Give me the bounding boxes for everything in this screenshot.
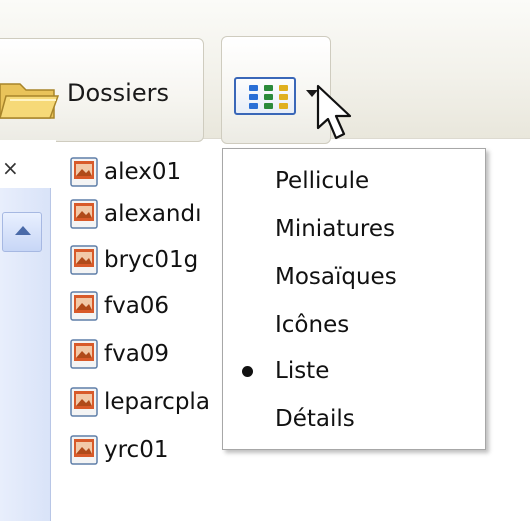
menu-item-label: Pellicule	[275, 168, 370, 194]
file-name: yrc01	[104, 437, 169, 463]
menu-item-mosaiques[interactable]: Mosaïques	[223, 253, 485, 301]
file-name: fva06	[104, 293, 170, 319]
list-item[interactable]: alex01	[70, 152, 240, 192]
views-grid-cell	[279, 94, 288, 100]
menu-item-miniatures[interactable]: Miniatures	[223, 205, 485, 253]
list-item[interactable]: alexandı	[70, 194, 240, 234]
views-grid-cell	[264, 94, 273, 100]
views-grid-cell	[279, 103, 288, 109]
menu-item-label: Liste	[275, 358, 330, 384]
menu-item-pellicule[interactable]: Pellicule	[223, 157, 485, 205]
image-file-icon	[70, 291, 98, 321]
file-name: leparcpla	[104, 389, 210, 415]
menu-item-details[interactable]: Détails	[223, 395, 485, 443]
views-grid-cell	[249, 94, 258, 100]
close-pane-icon[interactable]: ×	[2, 156, 19, 180]
image-file-icon	[70, 157, 98, 187]
image-file-icon	[70, 387, 98, 417]
image-file-icon	[70, 435, 98, 465]
mouse-cursor-icon	[316, 84, 352, 140]
image-file-icon	[70, 199, 98, 229]
menu-item-label: Miniatures	[275, 216, 395, 242]
list-item[interactable]: fva06	[70, 286, 240, 326]
list-item[interactable]: bryc01g	[70, 240, 240, 280]
views-grid-cell	[249, 85, 258, 91]
file-name: alexandı	[104, 201, 202, 227]
folders-label: Dossiers	[67, 79, 169, 107]
list-item[interactable]: yrc01	[70, 430, 240, 470]
selected-bullet-icon	[242, 366, 253, 377]
menu-item-liste[interactable]: Liste	[223, 347, 485, 395]
scroll-up-button[interactable]	[2, 212, 42, 252]
folder-icon	[0, 83, 60, 119]
view-menu: Pellicule Miniatures Mosaïques Icônes Li…	[222, 148, 486, 450]
image-file-icon	[70, 339, 98, 369]
views-grid-icon	[234, 77, 296, 115]
menu-item-label: Détails	[275, 406, 355, 432]
menu-item-label: Mosaïques	[275, 264, 397, 290]
views-grid-cell	[264, 85, 273, 91]
list-item[interactable]: leparcpla	[70, 382, 240, 422]
views-grid-cell	[279, 85, 288, 91]
image-file-icon	[70, 245, 98, 275]
list-item[interactable]: fva09	[70, 334, 240, 374]
file-name: bryc01g	[104, 247, 199, 273]
menu-item-icones[interactable]: Icônes	[223, 301, 485, 349]
views-grid-cell	[249, 103, 258, 109]
file-name: alex01	[104, 159, 182, 185]
menu-item-label: Icônes	[275, 312, 350, 338]
file-name: fva09	[104, 341, 170, 367]
views-grid-cell	[264, 103, 273, 109]
